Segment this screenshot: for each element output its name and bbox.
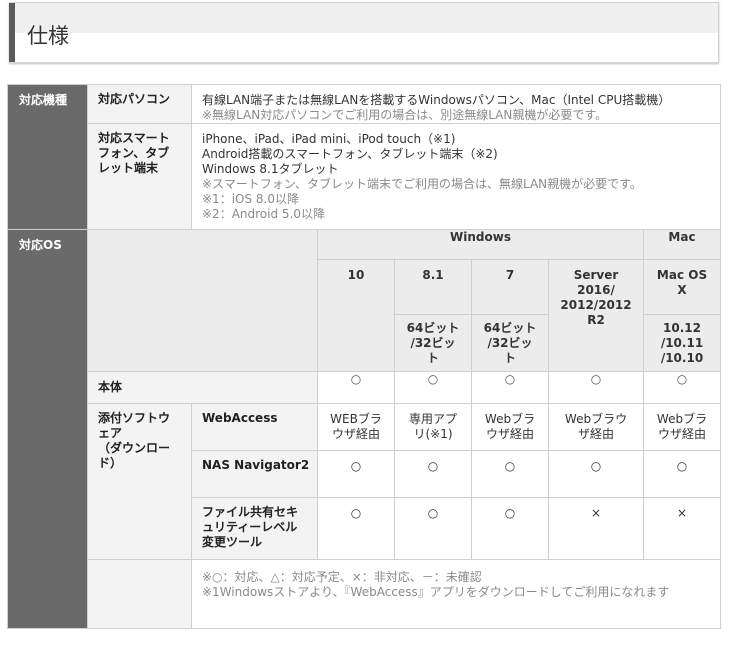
label-line: フォン、タブ — [98, 146, 170, 160]
mobile-note: ※スマートフォン、タブレット端末でご利用の場合は、無線LAN親機が必要です。 — [202, 177, 642, 191]
cell-line: Webブラウ — [564, 412, 628, 426]
version-7: 7 — [471, 259, 549, 315]
cell-line: ザ経由 — [577, 427, 614, 441]
security-value: × — [548, 497, 644, 560]
body-value: ○ — [548, 371, 644, 404]
cell-line: ウザ経由 — [485, 427, 534, 441]
label-line: 変更ツール — [202, 535, 263, 549]
cell-line: WEBブラ — [330, 412, 382, 426]
version-8-1: 8.1 — [394, 259, 472, 315]
bit-line: ト — [503, 351, 516, 365]
version-10: 10 — [317, 259, 395, 372]
bit-line: /32ビッ — [410, 336, 456, 350]
bits-7: 64ビット /32ビッ ト — [471, 314, 549, 372]
version-line: 2016/ — [577, 283, 615, 297]
row-pc: 対応機種 対応パソコン 有線LAN端子または無線LANを搭載するWindowsパ… — [7, 84, 722, 230]
body-value: ○ — [642, 371, 722, 404]
page-title: 仕様 — [27, 24, 69, 48]
mobile-note: ※2：Android 5.0以降 — [202, 207, 325, 221]
section-heading: 仕様 — [9, 2, 719, 63]
version-line: X — [677, 283, 687, 297]
note-line: ※○：対応、△：対応予定、×：非対応、－：未確認 — [202, 570, 482, 584]
bits-mac: 10.12 /10.11 /10.10 — [642, 314, 722, 372]
label-line: ファイル共有セキ — [202, 505, 299, 519]
label-line: 対応スマート — [98, 131, 170, 145]
bit-line: 64ビット — [406, 321, 460, 335]
nas-value: ○ — [548, 450, 644, 498]
pc-note: ※無線LAN対応パソコンでご利用の場合は、別途無線LAN親機が必要です。 — [202, 108, 608, 122]
cell-line: 専用アプ — [408, 412, 457, 426]
security-value: × — [642, 497, 722, 560]
webaccess-value: WEBブラ ウザ経由 — [317, 403, 395, 451]
label-webaccess: WebAccess — [191, 403, 318, 451]
label-body: 本体 — [87, 371, 318, 404]
bit-line: /32ビッ — [487, 336, 533, 350]
category-models: 対応機種 — [7, 84, 88, 230]
bit-line: 64ビット — [483, 321, 537, 335]
bit-line: /10.10 — [660, 351, 704, 365]
label-line: ェア — [98, 426, 123, 440]
version-mac: Mac OS X — [642, 259, 722, 315]
version-line: Server — [573, 268, 619, 282]
heading-accent-bar — [9, 3, 15, 62]
pc-text: 有線LAN端子または無線LANを搭載するWindowsパソコン、Mac（Inte… — [202, 93, 671, 107]
label-mobile: 対応スマート フォン、タブ レット端末 — [87, 123, 192, 230]
row-mobile: 対応スマート フォン、タブ レット端末 iPhone、iPad、iPad min… — [8, 123, 722, 230]
label-line: レット端末 — [98, 161, 159, 175]
value-pc: 有線LAN端子または無線LANを搭載するWindowsパソコン、Mac（Inte… — [190, 84, 722, 124]
nas-value: ○ — [317, 450, 395, 498]
cell-line: ウザ経由 — [331, 427, 380, 441]
spec-table: 対応機種 対応パソコン 有線LAN端子または無線LANを搭載するWindowsパ… — [7, 84, 722, 629]
security-value: ○ — [394, 497, 472, 560]
body-value: ○ — [471, 371, 549, 404]
os-blank-corner — [87, 229, 318, 372]
webaccess-value: Webブラウ ザ経由 — [548, 403, 644, 451]
version-line: Mac OS — [656, 268, 708, 282]
row-webaccess: 添付ソフトウ ェア （ダウンロー ド） WebAccess WEBブラ ウザ経由… — [8, 403, 722, 560]
version-line: 2012/2012 — [560, 298, 632, 312]
label-line: 添付ソフトウ — [98, 411, 171, 425]
mobile-line: iPhone、iPad、iPad mini、iPod touch（※1) — [202, 132, 456, 146]
label-pc: 対応パソコン — [87, 84, 192, 124]
bit-line: ト — [426, 351, 439, 365]
webaccess-value: Webブラ ウザ経由 — [642, 403, 722, 451]
nas-value: ○ — [642, 450, 722, 498]
mobile-line: Android搭載のスマートフォン、タブレット端末（※2) — [202, 147, 498, 161]
body-value: ○ — [394, 371, 472, 404]
cell-line: ウザ経由 — [658, 427, 707, 441]
nas-value: ○ — [471, 450, 549, 498]
nas-value: ○ — [394, 450, 472, 498]
label-security-tool: ファイル共有セキ ュリティーレベル 変更ツール — [191, 497, 318, 560]
cell-line: Webブラ — [656, 412, 708, 426]
notes: ※○：対応、△：対応予定、×：非対応、－：未確認 ※1Windowsストアより、… — [190, 559, 722, 629]
bit-line: 10.12 — [663, 321, 701, 335]
label-line: ュリティーレベル — [202, 520, 298, 534]
cell-line: リ(※1) — [413, 427, 453, 441]
security-value: ○ — [471, 497, 549, 560]
notes-spacer — [87, 559, 192, 629]
row-body: 本体 ○ ○ ○ ○ ○ — [8, 371, 722, 404]
mobile-note: ※1：iOS 8.0以降 — [202, 192, 299, 206]
group-windows: Windows — [317, 229, 644, 260]
mobile-line: Windows 8.1タブレット — [202, 162, 339, 176]
label-software: 添付ソフトウ ェア （ダウンロー ド） — [87, 403, 192, 560]
row-os-groups: 対応OS Windows Mac — [7, 229, 722, 629]
group-mac: Mac — [642, 229, 722, 260]
category-os: 対応OS — [7, 229, 88, 629]
row-notes: ※○：対応、△：対応予定、×：非対応、－：未確認 ※1Windowsストアより、… — [8, 559, 722, 629]
version-server: Server 2016/ 2012/2012 R2 — [548, 259, 644, 372]
version-line: R2 — [587, 313, 605, 327]
webaccess-value: Webブラ ウザ経由 — [471, 403, 549, 451]
bits-8-1: 64ビット /32ビッ ト — [394, 314, 472, 372]
label-line: ド） — [98, 456, 123, 470]
note-line: ※1Windowsストアより、『WebAccess』アプリをダウンロードしてご利… — [202, 585, 670, 599]
body-value: ○ — [317, 371, 395, 404]
label-nas-navigator: NAS Navigator2 — [191, 450, 318, 498]
bit-line: /10.11 — [660, 336, 704, 350]
webaccess-value: 専用アプ リ(※1) — [394, 403, 472, 451]
label-line: （ダウンロー — [98, 441, 171, 455]
cell-line: Webブラ — [484, 412, 536, 426]
value-mobile: iPhone、iPad、iPad mini、iPod touch（※1) And… — [190, 123, 722, 230]
security-value: ○ — [317, 497, 395, 560]
